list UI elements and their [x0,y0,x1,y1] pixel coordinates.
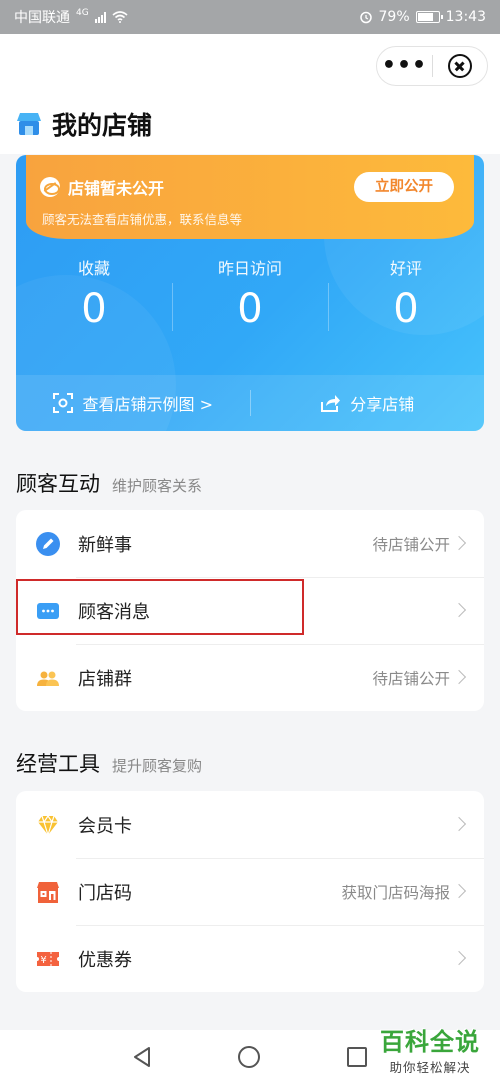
message-icon [37,602,59,619]
svg-text:¥: ¥ [40,955,46,966]
section-title: 经营工具 [16,752,100,776]
item-label: 店铺群 [78,668,132,690]
coupon-icon: ¥ [37,951,59,966]
share-store-label: 分享店铺 [350,395,415,414]
card-footer: 查看店铺示例图 > 分享店铺 [16,375,484,431]
item-label: 优惠券 [78,949,132,971]
scan-icon [52,393,73,413]
stat-good-reviews[interactable]: 好评 0 [328,255,484,331]
stat-label: 收藏 [77,259,110,278]
shop-icon [17,113,41,135]
chevron-right-icon [451,883,467,899]
battery-icon [415,11,443,23]
banner-title: 店铺暂未公开 [68,179,165,198]
watermark-logo: 百科全说 助你轻松解决 [372,1022,488,1076]
chevron-right-icon [451,602,467,618]
page-title-row: 我的店铺 [16,106,152,142]
stat-divider [172,283,173,331]
item-status: 待店铺公开 [372,669,450,688]
chevron-right-icon [451,816,467,832]
hidden-eye-icon [40,177,60,197]
stat-value: 0 [393,286,419,332]
status-bar: 中国联通 4G 79% 13:43 [0,0,500,34]
stat-value: 0 [81,286,107,332]
clock-label: 13:43 [445,9,486,25]
watermark-title: 百科全说 [380,1028,480,1056]
carrier-label: 中国联通 [14,10,70,26]
share-icon [321,395,341,412]
recent-apps-icon[interactable] [346,1046,367,1067]
customer-list: 新鲜事 待店铺公开 顾客消息 店铺群 待店铺公开 [16,510,484,711]
tools-section-header: 经营工具 提升顾客复购 [16,748,202,778]
list-item-news[interactable]: 新鲜事 待店铺公开 [16,510,484,577]
chevron-right-icon [451,950,467,966]
item-label: 门店码 [78,882,132,904]
store-code-icon [37,881,59,903]
store-card: 店铺暂未公开 顾客无法查看店铺优惠，联系信息等 立即公开 收藏 0 昨日访问 0… [16,155,484,431]
section-subtitle: 提升顾客复购 [112,757,203,775]
publish-now-button[interactable]: 立即公开 [354,172,454,202]
customer-section-header: 顾客互动 维护顾客关系 [16,468,202,498]
item-label: 新鲜事 [78,534,132,556]
item-label: 顾客消息 [78,601,150,623]
page-title: 我的店铺 [52,111,153,140]
home-circle-icon[interactable] [237,1045,260,1068]
close-circle-icon [447,54,472,78]
list-item-store-code[interactable]: 门店码 获取门店码海报 [16,858,484,925]
chevron-right-icon [451,535,467,551]
item-label: 会员卡 [78,815,132,837]
unpublished-banner: 店铺暂未公开 顾客无法查看店铺优惠，联系信息等 立即公开 [26,155,474,239]
item-status: 待店铺公开 [372,535,450,554]
watermark-subtitle: 助你轻松解决 [389,1060,471,1075]
share-store-link[interactable]: 分享店铺 [251,391,485,415]
view-example-link[interactable]: 查看店铺示例图 > [16,391,250,415]
view-example-label: 查看店铺示例图 > [82,395,214,414]
list-item-member-card[interactable]: 会员卡 [16,791,484,858]
close-button[interactable] [433,54,487,78]
signal-icon [94,11,106,23]
stat-divider [328,283,329,331]
network-label: 4G [76,8,89,18]
diamond-icon [38,814,58,837]
pencil-icon [36,531,60,556]
menu-capsule: ••• [376,46,488,86]
list-item-coupon[interactable]: ¥ 优惠券 [16,925,484,992]
stat-value: 0 [237,286,263,332]
more-dots-icon[interactable]: ••• [377,46,432,86]
section-subtitle: 维护顾客关系 [112,477,203,495]
list-item-store-group[interactable]: 店铺群 待店铺公开 [16,644,484,711]
item-status: 获取门店码海报 [341,883,450,902]
store-stats: 收藏 0 昨日访问 0 好评 0 [16,255,484,331]
battery-percent: 79% [378,9,410,25]
stat-label: 昨日访问 [217,259,282,278]
back-triangle-icon[interactable] [133,1046,151,1067]
list-item-customer-messages[interactable]: 顾客消息 [16,577,484,644]
stat-favorites[interactable]: 收藏 0 [16,255,172,331]
stat-yesterday-visits[interactable]: 昨日访问 0 [172,255,328,331]
banner-description: 顾客无法查看店铺优惠，联系信息等 [42,212,243,227]
chevron-right-icon [451,669,467,685]
section-title: 顾客互动 [16,472,100,496]
group-icon [37,671,59,686]
tools-list: 会员卡 门店码 获取门店码海报 ¥ 优惠券 [16,791,484,992]
alarm-icon [359,11,372,24]
wifi-icon [112,11,128,23]
stat-label: 好评 [389,259,422,278]
